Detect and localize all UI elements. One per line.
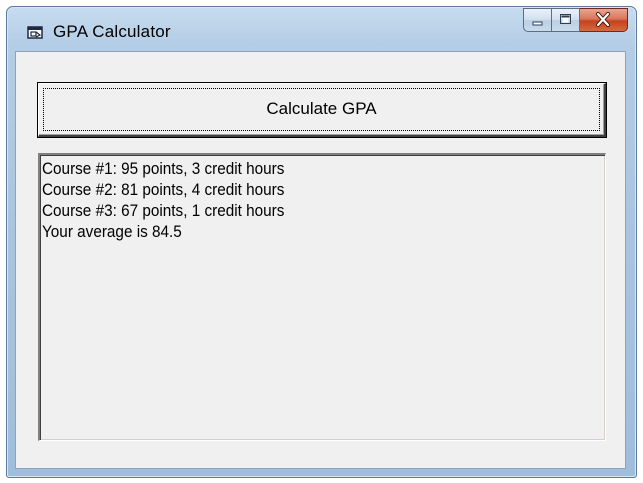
title-bar[interactable]: GPA Calculator (7, 7, 636, 51)
output-line-average: Your average is 84.5 (42, 222, 182, 241)
calculate-gpa-label: Calculate GPA (266, 99, 377, 118)
window-title: GPA Calculator (53, 22, 171, 41)
minimize-button[interactable] (523, 8, 552, 32)
maximize-icon (560, 14, 571, 24)
output-line-course-3: Course #3: 67 points, 1 credit hours (42, 201, 285, 220)
close-icon (596, 12, 610, 27)
close-button[interactable] (580, 8, 628, 32)
minimize-icon (532, 21, 543, 26)
output-listbox[interactable]: Course #1: 95 points, 3 credit hours Cou… (38, 153, 606, 441)
app-window-icon[interactable] (27, 25, 44, 40)
output-line-course-2: Course #2: 81 points, 4 credit hours (42, 180, 285, 199)
caption-buttons (523, 8, 628, 32)
client-area: Calculate GPA Course #1: 95 points, 3 cr… (15, 51, 626, 469)
calculate-gpa-button[interactable]: Calculate GPA (38, 83, 606, 137)
output-line-course-1: Course #1: 95 points, 3 credit hours (42, 159, 285, 178)
gpa-calculator-window: GPA Calculator Calculate GPA Course #1: … (6, 6, 637, 478)
maximize-button[interactable] (552, 8, 580, 32)
